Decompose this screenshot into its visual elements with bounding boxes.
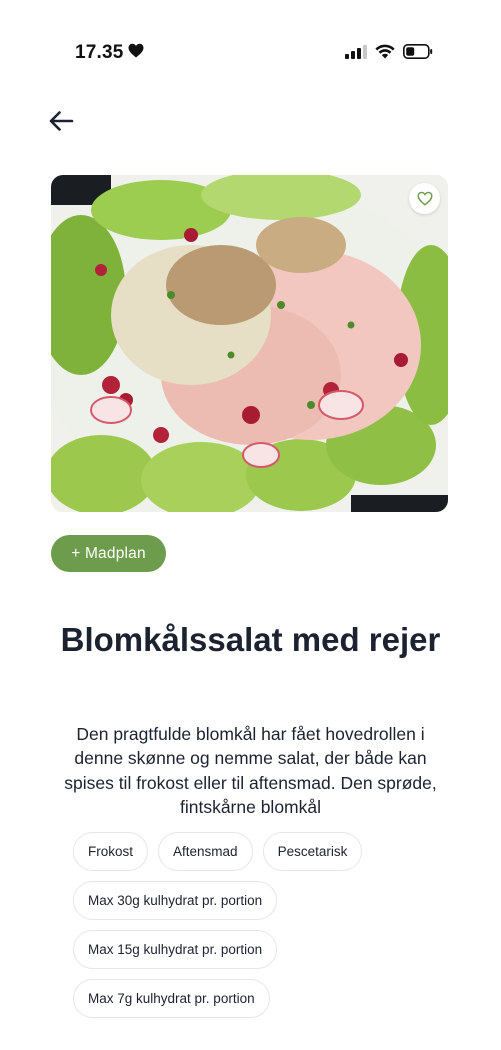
- wifi-icon: [375, 44, 395, 64]
- tag-max-7g-carbs[interactable]: Max 7g kulhydrat pr. portion: [73, 979, 270, 1018]
- status-bar: 17.35: [0, 0, 501, 100]
- heart-filled-icon: [128, 42, 144, 64]
- tag-row: Max 15g kulhydrat pr. portion: [73, 930, 433, 969]
- tag-row: Max 30g kulhydrat pr. portion: [73, 881, 433, 920]
- salad-illustration: [51, 175, 448, 512]
- add-to-meal-plan-button[interactable]: + Madplan: [51, 535, 166, 572]
- tag-row: Max 7g kulhydrat pr. portion: [73, 979, 433, 1018]
- recipe-description: Den pragtfulde blomkål har fået hovedrol…: [64, 724, 437, 817]
- tag-pescetarisk[interactable]: Pescetarisk: [262, 832, 363, 871]
- favorite-button[interactable]: [409, 183, 440, 214]
- tag-row: Frokost Aftensmad Pescetarisk: [73, 832, 433, 871]
- battery-icon: [403, 44, 433, 64]
- status-time-text: 17.35: [75, 42, 124, 63]
- heart-outline-icon: [416, 191, 433, 206]
- status-icons: [345, 44, 433, 64]
- tag-frokost[interactable]: Frokost: [73, 832, 149, 871]
- tag-max-15g-carbs[interactable]: Max 15g kulhydrat pr. portion: [73, 930, 278, 969]
- status-time: 17.35: [75, 42, 144, 64]
- arrow-left-icon: [48, 110, 74, 137]
- tag-aftensmad[interactable]: Aftensmad: [158, 832, 253, 871]
- recipe-tags: Frokost Aftensmad Pescetarisk Max 30g ku…: [73, 832, 433, 1028]
- recipe-title: Blomkålssalat med rejer: [60, 621, 441, 658]
- tag-max-30g-carbs[interactable]: Max 30g kulhydrat pr. portion: [73, 881, 278, 920]
- recipe-image: [51, 175, 448, 512]
- back-button[interactable]: [44, 106, 78, 140]
- cellular-signal-icon: [345, 44, 367, 64]
